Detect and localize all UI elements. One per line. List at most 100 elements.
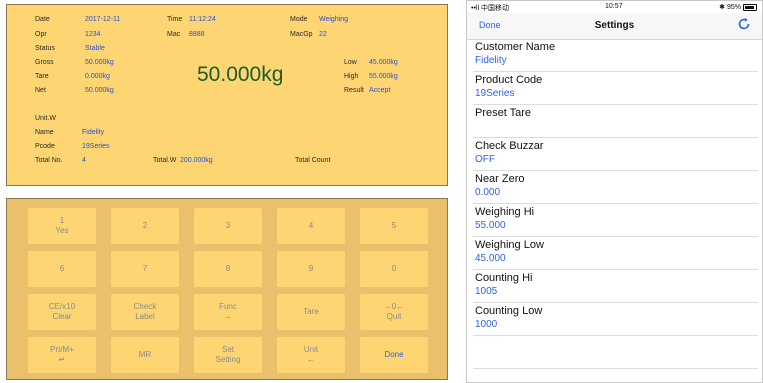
status-label: Status bbox=[35, 45, 55, 52]
check-label-button[interactable]: Check Label bbox=[111, 294, 179, 330]
setting-name: Counting Hi bbox=[475, 272, 533, 284]
mr-label: MR bbox=[138, 350, 152, 359]
setting-row-product-code[interactable]: Product Code 19Series bbox=[473, 72, 758, 105]
battery-status: ✱ 95% bbox=[719, 3, 757, 11]
name-value: Fidelity bbox=[82, 129, 105, 136]
setting-row-check-buzzar[interactable]: Check Buzzar OFF bbox=[473, 138, 758, 171]
key-6[interactable]: 6 bbox=[28, 251, 96, 287]
quit-button[interactable]: →0← Quit bbox=[360, 294, 428, 330]
net-label: Net bbox=[35, 87, 46, 94]
tare-label: Tare bbox=[35, 73, 49, 80]
result-label: Result bbox=[344, 87, 364, 94]
setting-name: Customer Name bbox=[475, 41, 556, 53]
mode-label: Mode bbox=[290, 16, 308, 23]
key-5-label: 5 bbox=[391, 221, 397, 230]
setting-row-preset-tare[interactable]: Preset Tare bbox=[473, 105, 758, 138]
key-1-yes[interactable]: 1 Yes bbox=[28, 208, 96, 244]
gross-value: 50.000kg bbox=[85, 59, 114, 66]
time-value: 11:12:24 bbox=[189, 16, 216, 23]
setting-value: 45.000 bbox=[475, 253, 506, 264]
setting-row-weighing-hi[interactable]: Weighing Hi 55.000 bbox=[473, 204, 758, 237]
setting-name: Check Buzzar bbox=[475, 140, 544, 152]
quit-label: Quit bbox=[386, 312, 402, 321]
keypad-panel: 1 Yes 2 3 4 5 6 7 8 9 0 CE/x10 Clear Che… bbox=[6, 198, 448, 380]
set-top-label: Set bbox=[221, 345, 234, 354]
key-3[interactable]: 3 bbox=[194, 208, 262, 244]
print-button[interactable]: Prt/M+ ↵ bbox=[28, 337, 96, 373]
tare-button[interactable]: Tare bbox=[277, 294, 345, 330]
opr-value: 1234 bbox=[85, 31, 101, 38]
keypad-done-label: Done bbox=[384, 350, 404, 359]
setting-row-counting-hi[interactable]: Counting Hi 1005 bbox=[473, 270, 758, 303]
key-6-label: 6 bbox=[59, 264, 65, 273]
key-3-label: 3 bbox=[225, 221, 231, 230]
setting-name: Counting Low bbox=[475, 305, 543, 317]
tare-button-label: Tare bbox=[303, 307, 319, 316]
key-0[interactable]: 0 bbox=[360, 251, 428, 287]
tare-value: 0.000kg bbox=[85, 73, 110, 80]
nav-bar: Done Settings bbox=[467, 13, 762, 40]
refresh-icon[interactable] bbox=[736, 16, 752, 32]
high-label: High bbox=[344, 73, 359, 80]
net-value: 50.000kg bbox=[85, 87, 114, 94]
pcode-value: 19Series bbox=[82, 143, 110, 150]
mode-value: Weighing bbox=[319, 16, 349, 23]
check-bottom-label: Label bbox=[135, 312, 155, 321]
set-bottom-label: Setting bbox=[215, 355, 241, 364]
left-arrow-icon: ← bbox=[307, 355, 315, 364]
key-9-label: 9 bbox=[308, 264, 314, 273]
keypad-done-button[interactable]: Done bbox=[360, 337, 428, 373]
mr-button[interactable]: MR bbox=[111, 337, 179, 373]
macgp-label: MacGp bbox=[290, 31, 313, 38]
setting-value: 0.000 bbox=[475, 187, 501, 198]
clear-bottom-label: Clear bbox=[52, 312, 72, 321]
key-5[interactable]: 5 bbox=[360, 208, 428, 244]
set-setting-button[interactable]: Set Setting bbox=[194, 337, 262, 373]
result-value: Accept bbox=[369, 87, 391, 94]
key-4-label: 4 bbox=[308, 221, 314, 230]
setting-name: Weighing Hi bbox=[475, 206, 535, 218]
total-count-label: Total Count bbox=[295, 157, 331, 164]
name-label: Name bbox=[35, 129, 54, 136]
func-button[interactable]: Func → bbox=[194, 294, 262, 330]
low-label: Low bbox=[344, 59, 357, 66]
page-title: Settings bbox=[594, 20, 635, 31]
status-value: Stable bbox=[85, 45, 105, 52]
setting-value: Fidelity bbox=[475, 55, 507, 66]
right-arrow-icon: → bbox=[224, 312, 232, 321]
key-0-label: 0 bbox=[391, 264, 397, 273]
key-7[interactable]: 7 bbox=[111, 251, 179, 287]
setting-value: 1005 bbox=[475, 286, 498, 297]
unit-button[interactable]: Unit ← bbox=[277, 337, 345, 373]
zero-icon: →0← bbox=[383, 302, 405, 311]
status-time: 10:57 bbox=[605, 3, 623, 10]
status-bar: ••ll 中国移动 10:57 ✱ 95% bbox=[467, 1, 762, 13]
total-no-label: Total No. bbox=[35, 157, 63, 164]
high-value: 55.000kg bbox=[369, 73, 398, 80]
unit-top-label: Unit bbox=[303, 345, 319, 354]
key-yes-label: Yes bbox=[55, 226, 69, 235]
key-2[interactable]: 2 bbox=[111, 208, 179, 244]
key-1-label: 1 bbox=[59, 216, 65, 225]
key-8[interactable]: 8 bbox=[194, 251, 262, 287]
clear-button[interactable]: CE/x10 Clear bbox=[28, 294, 96, 330]
total-w-value: 200.000kg bbox=[180, 157, 213, 164]
battery-icon bbox=[743, 3, 757, 11]
key-9[interactable]: 9 bbox=[277, 251, 345, 287]
battery-text: ✱ 95% bbox=[719, 4, 741, 11]
gross-label: Gross bbox=[35, 59, 54, 66]
settings-phone-screen: ••ll 中国移动 10:57 ✱ 95% Done Settings Cust… bbox=[466, 0, 763, 383]
setting-row-customer-name[interactable]: Customer Name Fidelity bbox=[473, 39, 758, 72]
setting-row-counting-low[interactable]: Counting Low 1000 bbox=[473, 303, 758, 336]
mac-label: Mac bbox=[167, 31, 181, 38]
opr-label: Opr bbox=[35, 31, 47, 38]
key-2-label: 2 bbox=[142, 221, 148, 230]
setting-value: 19Series bbox=[475, 88, 515, 99]
key-4[interactable]: 4 bbox=[277, 208, 345, 244]
key-8-label: 8 bbox=[225, 264, 231, 273]
setting-name: Weighing Low bbox=[475, 239, 544, 251]
setting-value: 55.000 bbox=[475, 220, 506, 231]
setting-row-weighing-low[interactable]: Weighing Low 45.000 bbox=[473, 237, 758, 270]
date-value: 2017-12-11 bbox=[85, 16, 121, 23]
setting-row-near-zero[interactable]: Near Zero 0.000 bbox=[473, 171, 758, 204]
